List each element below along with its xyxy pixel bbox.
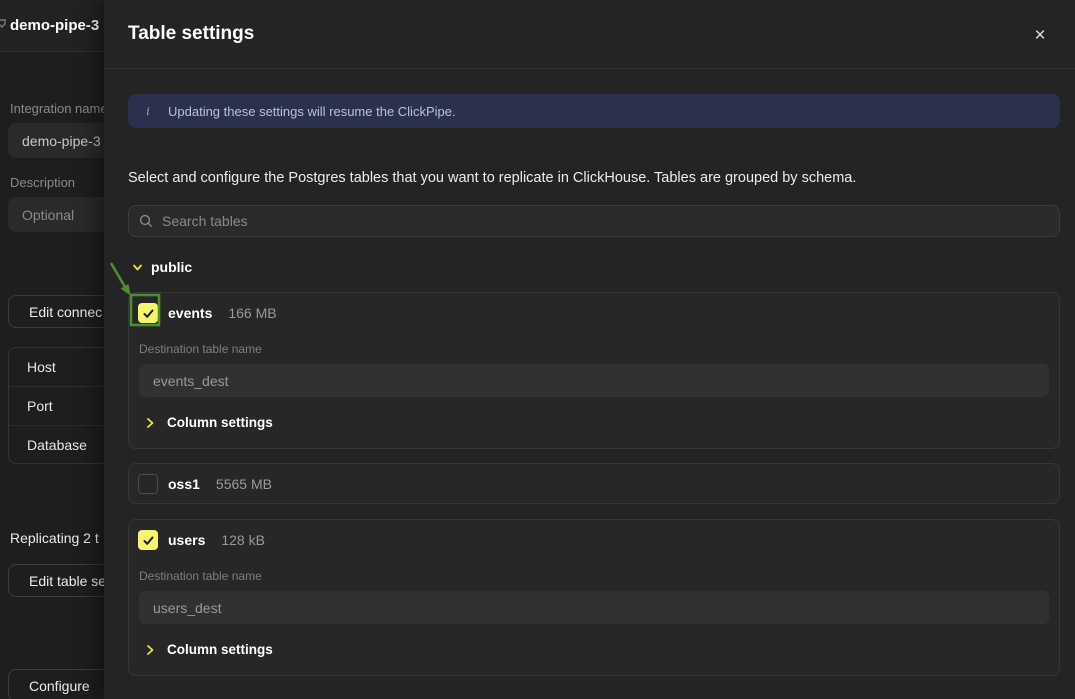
page-title: demo-pipe-3 [10, 17, 99, 34]
destination-table-label: Destination table name [139, 342, 262, 356]
table-card-oss1: oss1 5565 MB [128, 463, 1060, 504]
close-icon[interactable]: × [1029, 25, 1051, 47]
schema-group-public[interactable]: public [132, 259, 192, 275]
info-icon: i [128, 105, 168, 118]
screen: demo-pipe-3 Integration name Description… [0, 0, 1075, 699]
check-icon [142, 307, 155, 320]
modal-description: Select and configure the Postgres tables… [128, 170, 856, 186]
table-card-users: users 128 kB Destination table name Colu… [128, 519, 1060, 676]
replicating-tables-text: Replicating 2 t [10, 530, 99, 546]
modal-header: Table settings × [104, 0, 1075, 69]
destination-table-label: Destination table name [139, 569, 262, 583]
table-row: oss1 5565 MB [138, 474, 272, 494]
column-settings-toggle-users[interactable]: Column settings [145, 642, 273, 657]
search-box[interactable] [128, 205, 1060, 237]
check-icon [142, 534, 155, 547]
table-size: 5565 MB [216, 476, 272, 492]
pipe-icon [0, 19, 7, 31]
chevron-right-icon [145, 417, 155, 429]
table-size: 166 MB [228, 305, 276, 321]
banner-text: Updating these settings will resume the … [168, 104, 456, 119]
search-input[interactable] [162, 213, 1049, 229]
destination-table-input-users[interactable] [139, 591, 1049, 624]
schema-name: public [151, 259, 192, 275]
column-settings-label: Column settings [167, 415, 273, 430]
table-name: oss1 [168, 476, 200, 492]
description-label: Description [10, 175, 75, 190]
resume-info-banner: i Updating these settings will resume th… [128, 94, 1060, 128]
destination-table-input-events[interactable] [139, 364, 1049, 397]
table-card-events: events 166 MB Destination table name Col… [128, 292, 1060, 449]
table-row: users 128 kB [138, 530, 265, 550]
table-row: events 166 MB [138, 303, 277, 323]
modal-title: Table settings [128, 23, 254, 45]
checkbox-users[interactable] [138, 530, 158, 550]
search-icon [139, 214, 153, 228]
checkbox-oss1[interactable] [138, 474, 158, 494]
column-settings-label: Column settings [167, 642, 273, 657]
table-size: 128 kB [221, 532, 265, 548]
table-name: events [168, 305, 212, 321]
column-settings-toggle-events[interactable]: Column settings [145, 415, 273, 430]
integration-name-label: Integration name [10, 101, 108, 116]
chevron-down-icon [132, 262, 143, 273]
table-settings-modal: Table settings × i Updating these settin… [104, 0, 1075, 699]
table-name: users [168, 532, 205, 548]
chevron-right-icon [145, 644, 155, 656]
page-header: demo-pipe-3 [0, 0, 104, 52]
checkbox-events[interactable] [138, 303, 158, 323]
